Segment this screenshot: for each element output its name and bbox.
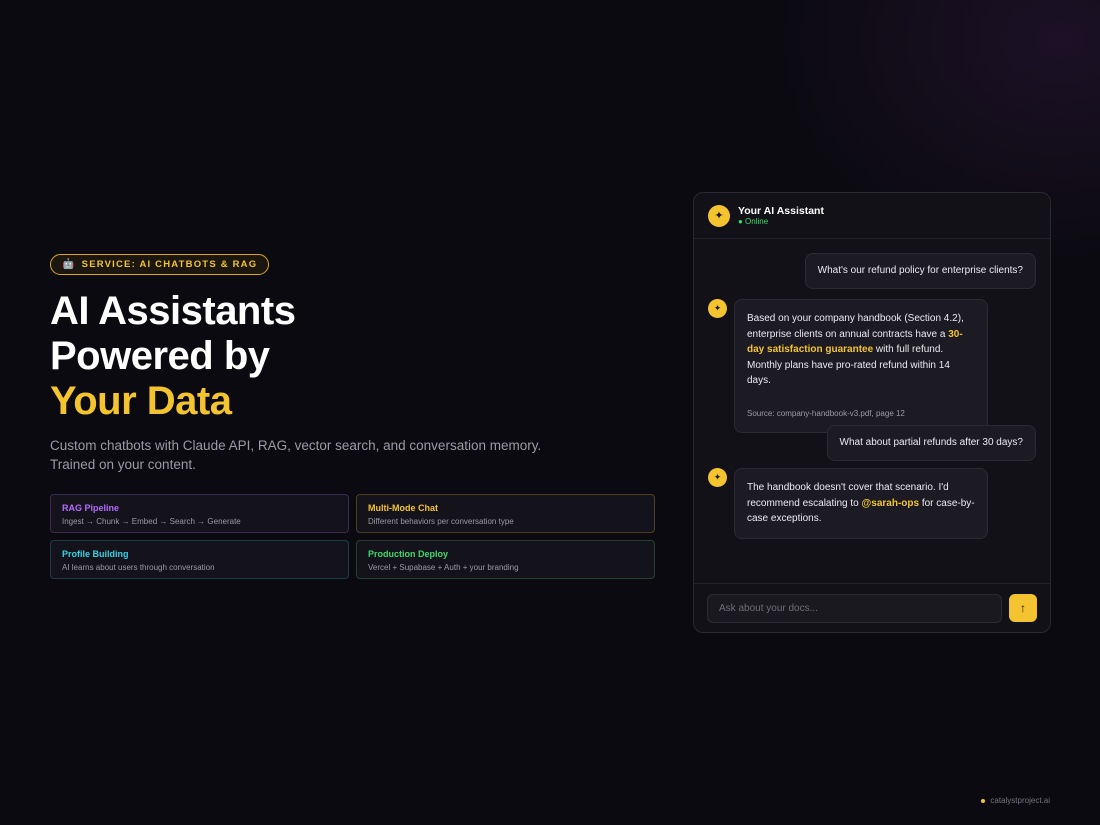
status-badge: ● Online (738, 216, 769, 226)
headline-line-1: AI Assistants (50, 289, 296, 333)
feature-card-desc: Vercel + Supabase + Auth + your branding (368, 563, 519, 572)
assistant-avatar-icon: ✦ (708, 299, 727, 318)
assistant-message: The handbook doesn't cover that scenario… (734, 468, 988, 539)
user-message: What about partial refunds after 30 days… (826, 425, 1036, 461)
user-mention-link[interactable]: @sarah-ops (862, 498, 920, 509)
feature-card-desc: Different behaviors per conversation typ… (368, 517, 514, 526)
brand-dot-icon (981, 798, 986, 803)
page-title: AI Assistants Powered by Your Data (50, 289, 655, 424)
feature-card-title: Profile Building (62, 549, 129, 559)
robot-icon: 🤖 (62, 259, 76, 270)
headline-line-3: Your Data (50, 379, 232, 423)
feature-card-desc: AI learns about users through conversati… (62, 563, 215, 572)
feature-card-profile-building: Profile Building AI learns about users t… (50, 540, 349, 579)
user-message: What's our refund policy for enterprise … (804, 253, 1036, 289)
feature-card-rag-pipeline: RAG Pipeline Ingest → Chunk → Embed → Se… (50, 494, 349, 533)
assistant-name: Your AI Assistant (738, 204, 824, 217)
footer-brand: catalystproject.ai (981, 796, 1050, 805)
subtitle-line-2: Trained on your content. (50, 457, 196, 472)
feature-card-desc: Ingest → Chunk → Embed → Search → Genera… (62, 517, 241, 526)
message-source: Source: company-handbook-v3.pdf, page 12 (747, 408, 905, 418)
assistant-avatar-icon: ✦ (708, 468, 727, 487)
chat-header: ✦ Your AI Assistant ● Online (694, 193, 1050, 239)
service-badge: 🤖 SERVICE: AI CHATBOTS & RAG (50, 254, 270, 275)
chat-input[interactable] (707, 593, 1002, 623)
hero-subtitle: Custom chatbots with Claude API, RAG, ve… (50, 436, 655, 474)
chat-composer: ↑ (694, 583, 1050, 632)
message-text: Based on your company handbook (Section … (747, 313, 964, 340)
feature-grid: RAG Pipeline Ingest → Chunk → Embed → Se… (50, 494, 655, 579)
assistant-message: Based on your company handbook (Section … (734, 299, 988, 433)
service-badge-label: SERVICE: AI CHATBOTS & RAG (81, 259, 258, 270)
feature-card-title: Production Deploy (368, 549, 449, 559)
footer-domain: catalystproject.ai (990, 796, 1050, 805)
feature-card-production-deploy: Production Deploy Vercel + Supabase + Au… (356, 540, 655, 579)
feature-card-multi-mode-chat: Multi-Mode Chat Different behaviors per … (356, 494, 655, 533)
assistant-avatar-icon: ✦ (708, 204, 730, 227)
send-button[interactable]: ↑ (1009, 594, 1037, 622)
feature-card-title: RAG Pipeline (62, 503, 120, 513)
hero-section: 🤖 SERVICE: AI CHATBOTS & RAG AI Assistan… (50, 254, 655, 579)
feature-card-title: Multi-Mode Chat (368, 503, 438, 513)
subtitle-line-1: Custom chatbots with Claude API, RAG, ve… (50, 438, 542, 453)
chat-window: ✦ Your AI Assistant ● Online What's our … (693, 192, 1051, 633)
headline-line-2: Powered by (50, 334, 270, 378)
arrow-up-icon: ↑ (1020, 601, 1026, 615)
message-list[interactable]: What's our refund policy for enterprise … (694, 239, 1050, 584)
assistant-info: Your AI Assistant ● Online (738, 205, 824, 227)
